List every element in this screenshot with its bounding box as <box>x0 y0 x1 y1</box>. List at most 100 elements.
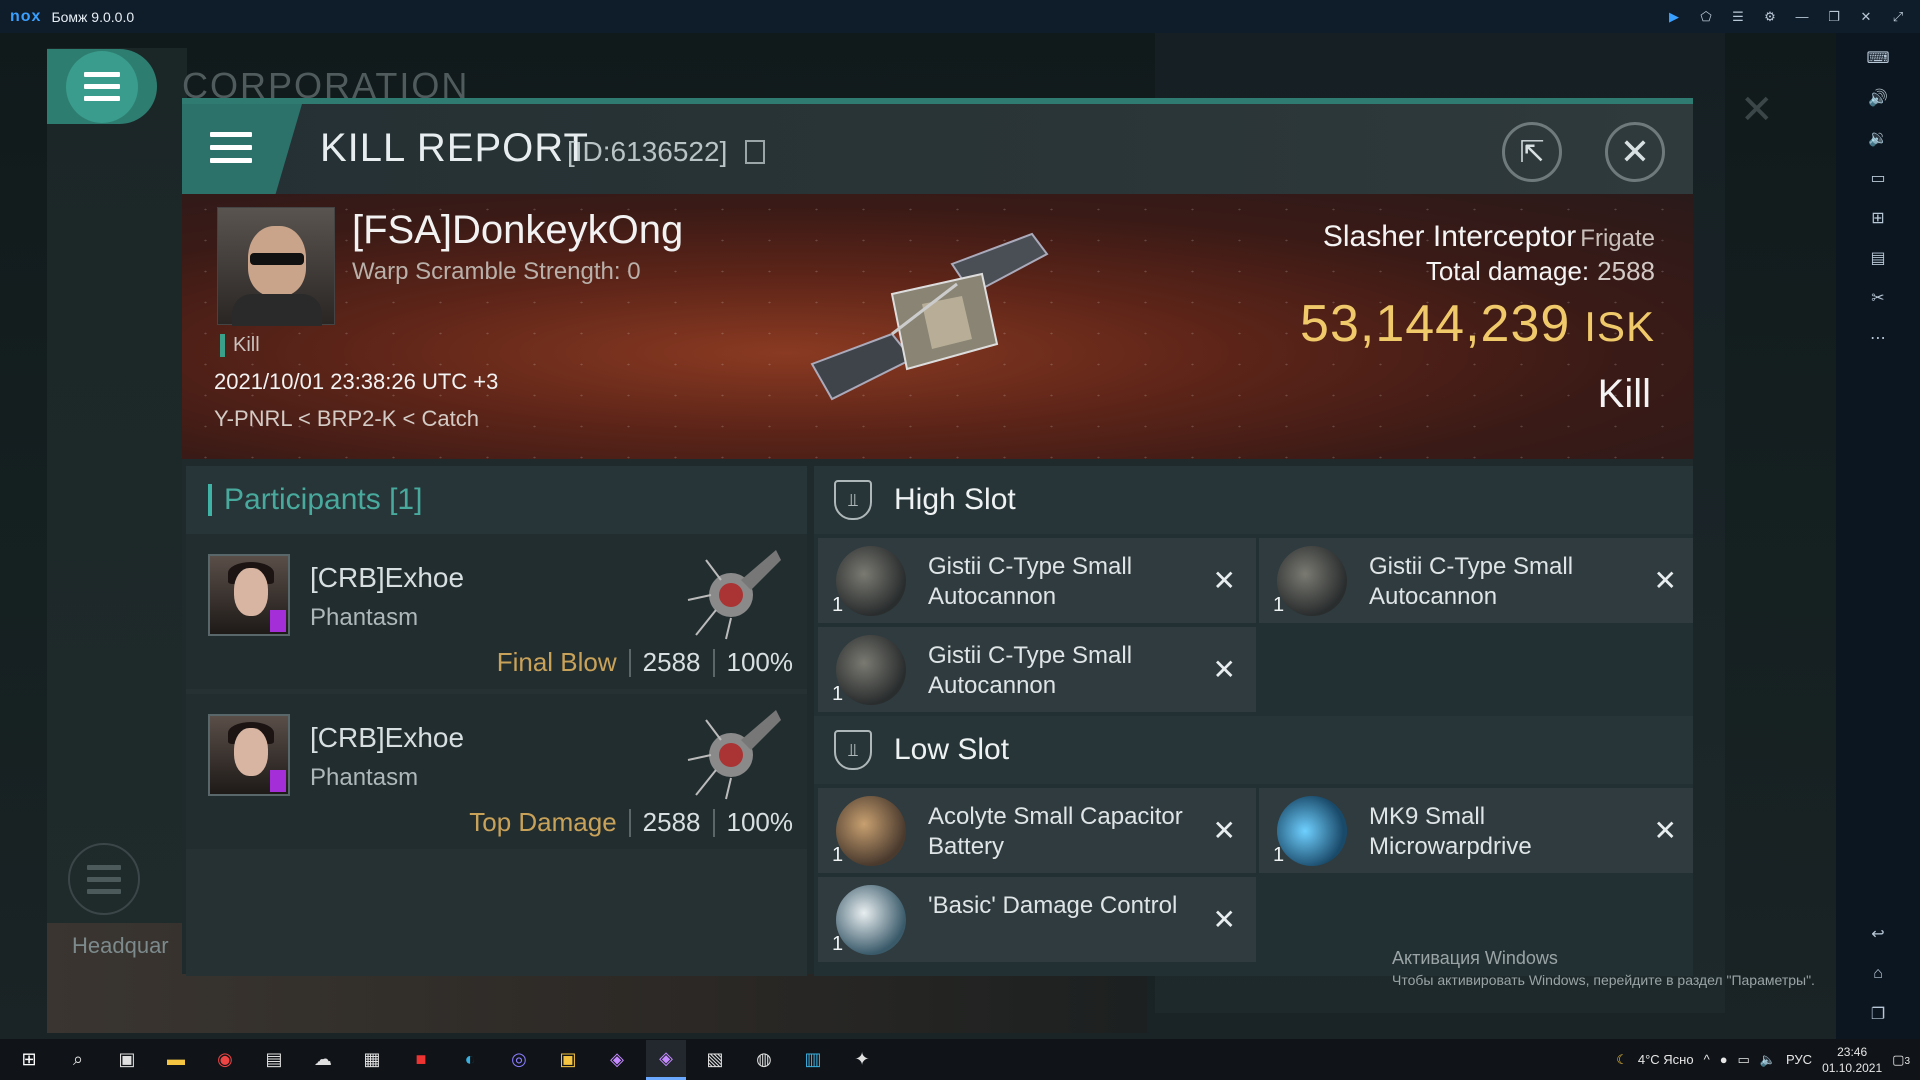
kill-tag: Kill <box>220 334 260 357</box>
participant-row[interactable]: [CRB]Exhoe Phantasm Top Damage 2588 100% <box>186 694 807 849</box>
app-icon[interactable]: ▥ <box>793 1040 833 1080</box>
participant-ship-image[interactable] <box>686 540 786 640</box>
final-blow-label: Final Blow <box>496 647 617 677</box>
close-button[interactable]: ✕ <box>1605 122 1665 182</box>
chrome-icon[interactable]: ◉ <box>205 1040 245 1080</box>
victim-ship-image[interactable] <box>782 224 1102 424</box>
module-item[interactable]: 1 MK9 Small Microwarpdrive ✕ <box>1259 788 1693 873</box>
fullscreen-icon[interactable]: ⤢ <box>1888 7 1908 27</box>
discord-icon[interactable]: ◎ <box>499 1040 539 1080</box>
module-item[interactable]: 1 Gistii C-Type Small Autocannon ✕ <box>1259 538 1693 623</box>
add-apk-icon[interactable]: ⊞ <box>1863 203 1893 233</box>
panel-menu-button[interactable] <box>182 104 302 194</box>
pin-icon[interactable]: ⬠ <box>1696 7 1716 27</box>
app-icon[interactable]: ☁ <box>303 1040 343 1080</box>
destroyed-icon: ✕ <box>1212 904 1236 935</box>
notification-icon[interactable]: ▢3 <box>1892 1052 1910 1068</box>
ship-type-name[interactable]: Slasher Interceptor <box>1323 220 1576 253</box>
kill-report-header: KILL REPORT [ID:6136522] ⇱ ✕ <box>182 104 1693 194</box>
headquarters-label: Headquar <box>72 933 169 958</box>
restore-icon[interactable]: ❐ <box>1824 7 1844 27</box>
nox-logo: nox <box>10 7 42 25</box>
ship-name: Slasher Interceptor Frigate <box>1323 220 1655 254</box>
chevron-up-icon[interactable]: ^ <box>1704 1052 1710 1067</box>
home-icon[interactable]: ⌂ <box>1863 959 1893 989</box>
minimize-icon[interactable]: — <box>1792 7 1812 27</box>
kill-location[interactable]: Y-PNRL < BRP2-K < Catch <box>214 406 479 432</box>
steam-icon[interactable]: ◍ <box>744 1040 784 1080</box>
app-icon[interactable]: ▤ <box>254 1040 294 1080</box>
settings-icon[interactable]: ⚙ <box>1760 7 1780 27</box>
volume-up-icon[interactable]: 🔊 <box>1863 83 1893 113</box>
main-menu-button[interactable] <box>47 49 157 124</box>
victim-name[interactable]: [FSA]DonkeykOng <box>352 208 683 253</box>
module-quantity: 1 <box>1273 594 1285 616</box>
app-icon[interactable]: ▧ <box>695 1040 735 1080</box>
fittings-panel: ⫫ High Slot 1 Gistii C-Type Small Autoca… <box>814 466 1693 976</box>
volume-down-icon[interactable]: 🔉 <box>1863 123 1893 153</box>
top-damage-label: Top Damage <box>469 807 617 837</box>
hamburger-icon <box>210 132 252 163</box>
destroyed-icon: ✕ <box>1212 565 1236 596</box>
app-icon[interactable]: ✦ <box>842 1040 882 1080</box>
weather-text[interactable]: 4°C Ясно <box>1638 1052 1694 1067</box>
background-menu-icon[interactable] <box>68 843 140 915</box>
module-item[interactable]: 1 Gistii C-Type Small Autocannon ✕ <box>818 538 1256 623</box>
task-view-icon[interactable]: ▣ <box>107 1040 147 1080</box>
participant-row[interactable]: [CRB]Exhoe Phantasm Final Blow 2588 100% <box>186 534 807 689</box>
victim-avatar[interactable] <box>217 207 335 326</box>
menu-icon[interactable]: ☰ <box>1728 7 1748 27</box>
calculator-icon[interactable]: ▦ <box>352 1040 392 1080</box>
module-item[interactable]: 1 'Basic' Damage Control ✕ <box>818 877 1256 962</box>
more-icon[interactable]: ⋯ <box>1863 323 1893 353</box>
module-name: Gistii C-Type Small Autocannon <box>928 553 1133 610</box>
clock[interactable]: 23:46 01.10.2021 <box>1822 1044 1882 1076</box>
participant-ship-image[interactable] <box>686 700 786 800</box>
scissors-icon[interactable]: ✂ <box>1863 283 1893 313</box>
close-window-icon[interactable]: ✕ <box>1856 7 1876 27</box>
faction-badge-icon <box>270 610 286 632</box>
notification-count: 3 <box>1904 1055 1910 1067</box>
module-item[interactable]: 1 Gistii C-Type Small Autocannon ✕ <box>818 627 1256 712</box>
system-tray: ☾ 4°C Ясно ^ ● ▭ 🔈 РУС 23:46 01.10.2021 … <box>1616 1039 1910 1080</box>
recent-apps-icon[interactable]: ❐ <box>1863 999 1893 1029</box>
windows-activation-title: Активация Windows <box>1392 948 1558 968</box>
microwarpdrive-icon <box>1277 796 1347 866</box>
keyboard-icon[interactable]: ⌨ <box>1863 43 1893 73</box>
participant-percent: 100% <box>726 647 794 677</box>
back-icon[interactable]: ↩ <box>1863 919 1893 949</box>
participant-name[interactable]: [CRB]Exhoe <box>310 722 464 754</box>
windows-start-icon[interactable]: ⊞ <box>9 1040 49 1080</box>
background-panel-left <box>47 48 187 928</box>
participant-avatar[interactable] <box>208 554 290 636</box>
participant-damage: 2588 <box>642 647 701 677</box>
module-quantity: 1 <box>832 594 844 616</box>
total-damage-label: Total damage: <box>1425 256 1590 286</box>
module-item[interactable]: 1 Acolyte Small Capacitor Battery ✕ <box>818 788 1256 873</box>
file-explorer-icon[interactable]: ▬ <box>156 1040 196 1080</box>
network-icon[interactable]: ▭ <box>1738 1052 1750 1068</box>
edge-icon[interactable]: ◐ <box>450 1040 490 1080</box>
play-icon[interactable]: ▶ <box>1664 7 1684 27</box>
screen-icon[interactable]: ▭ <box>1863 163 1893 193</box>
copy-icon[interactable] <box>745 140 765 164</box>
multi-instance-icon[interactable]: ▤ <box>1863 243 1893 273</box>
game-viewport: CORPORATION ✕ Headquar KILL REPORT [ID:6… <box>0 33 1836 1039</box>
participant-avatar[interactable] <box>208 714 290 796</box>
share-button[interactable]: ⇱ <box>1502 122 1562 182</box>
participant-percent: 100% <box>726 807 794 837</box>
app-icon[interactable]: ▣ <box>548 1040 588 1080</box>
search-icon[interactable]: ⌕ <box>58 1040 98 1080</box>
language-indicator[interactable]: РУС <box>1786 1052 1812 1067</box>
nox-icon[interactable]: ◈ <box>646 1039 686 1080</box>
nox-icon[interactable]: ◈ <box>597 1040 637 1080</box>
participant-name[interactable]: [CRB]Exhoe <box>310 562 464 594</box>
hamburger-icon <box>66 50 138 123</box>
isk-amount: 53,144,239 <box>1300 295 1571 353</box>
background-close-icon[interactable]: ✕ <box>1740 87 1774 133</box>
windows-taskbar: ⊞ ⌕ ▣ ▬ ◉ ▤ ☁ ▦ ■ ◐ ◎ ▣ ◈ ◈ ▧ ◍ ▥ ✦ ☾ 4°… <box>0 1039 1920 1080</box>
app-icon[interactable]: ■ <box>401 1040 441 1080</box>
microphone-icon[interactable]: ● <box>1720 1052 1728 1067</box>
high-slot-header: ⫫ High Slot <box>814 466 1693 534</box>
speaker-icon[interactable]: 🔈 <box>1760 1052 1776 1068</box>
